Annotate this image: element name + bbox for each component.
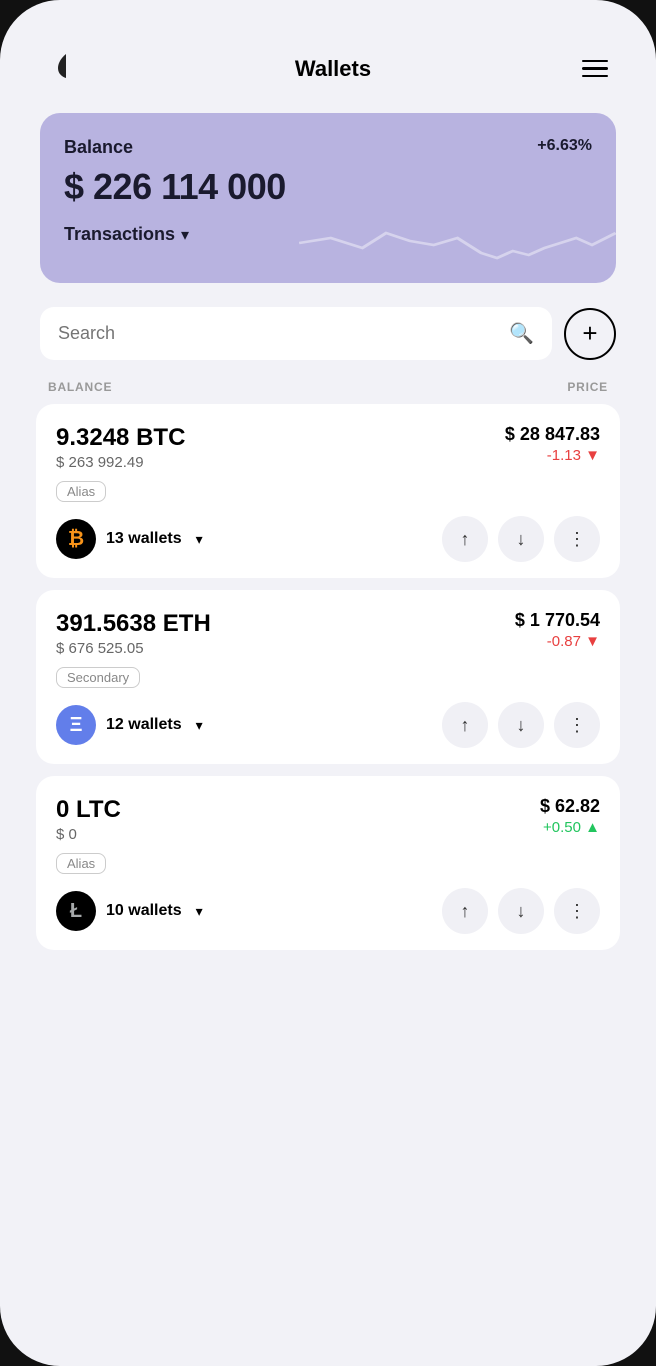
coin-top-ltc: 0 LTC $ 0 $ 62.82 +0.50 ▲ (56, 796, 600, 843)
coin-alias-eth: Secondary (56, 667, 140, 688)
coin-identity-ltc[interactable]: Ł 10 wallets ▾ (56, 891, 203, 931)
coin-alias-btc: Alias (56, 481, 106, 502)
menu-button[interactable] (582, 60, 608, 78)
send-button-btc[interactable]: ↑ (442, 516, 488, 562)
coin-wallets-eth: 12 wallets (106, 716, 182, 734)
coin-amount-eth: 391.5638 ETH (56, 610, 211, 638)
coin-amount-ltc: 0 LTC (56, 796, 121, 824)
coin-logo-btc: ₿ (56, 519, 96, 559)
more-button-ltc[interactable]: ⋮ (554, 888, 600, 934)
coin-top-btc: 9.3248 BTC $ 263 992.49 $ 28 847.83 -1.1… (56, 424, 600, 471)
coin-card-eth: 391.5638 ETH $ 676 525.05 $ 1 770.54 -0.… (36, 590, 620, 764)
coin-usd-btc: $ 263 992.49 (56, 454, 185, 471)
coin-price-change-ltc: +0.50 ▲ (540, 819, 600, 836)
page-title: Wallets (295, 56, 371, 82)
coin-usd-ltc: $ 0 (56, 826, 121, 843)
coin-bottom-ltc: Ł 10 wallets ▾ ↑ ↓ ⋮ (56, 888, 600, 934)
balance-amount: $ 226 114 000 (64, 166, 592, 208)
balance-card: Balance +6.63% $ 226 114 000 Transaction… (40, 113, 616, 283)
receive-button-eth[interactable]: ↓ (498, 702, 544, 748)
coin-bottom-eth: Ξ 12 wallets ▾ ↑ ↓ ⋮ (56, 702, 600, 748)
coin-actions-btc: ↑ ↓ ⋮ (442, 516, 600, 562)
coin-price-eth: $ 1 770.54 -0.87 ▼ (515, 610, 600, 650)
search-icon: 🔍 (509, 321, 534, 346)
more-button-eth[interactable]: ⋮ (554, 702, 600, 748)
coin-wallets-ltc: 10 wallets (106, 902, 182, 920)
search-box: 🔍 (40, 307, 552, 360)
coin-price-ltc: $ 62.82 +0.50 ▲ (540, 796, 600, 836)
coin-usd-eth: $ 676 525.05 (56, 640, 211, 657)
coin-amount-btc: 9.3248 BTC (56, 424, 185, 452)
coin-card-ltc: 0 LTC $ 0 $ 62.82 +0.50 ▲ Alias Ł 10 wal… (36, 776, 620, 950)
price-column-header: PRICE (567, 380, 608, 394)
coin-balance-eth: 391.5638 ETH $ 676 525.05 (56, 610, 211, 657)
more-button-btc[interactable]: ⋮ (554, 516, 600, 562)
coin-identity-btc[interactable]: ₿ 13 wallets ▾ (56, 519, 203, 559)
coin-alias-ltc: Alias (56, 853, 106, 874)
coin-wallets-chevron-icon-btc: ▾ (196, 531, 203, 548)
table-headers: BALANCE PRICE (20, 376, 636, 404)
search-input[interactable] (58, 323, 499, 344)
coin-wallets-chevron-icon-ltc: ▾ (196, 903, 203, 920)
receive-button-btc[interactable]: ↓ (498, 516, 544, 562)
send-button-ltc[interactable]: ↑ (442, 888, 488, 934)
balance-percent: +6.63% (537, 137, 592, 155)
receive-button-ltc[interactable]: ↓ (498, 888, 544, 934)
coin-balance-ltc: 0 LTC $ 0 (56, 796, 121, 843)
coin-top-eth: 391.5638 ETH $ 676 525.05 $ 1 770.54 -0.… (56, 610, 600, 657)
coin-price-change-btc: -1.13 ▼ (505, 447, 600, 464)
app-logo (48, 48, 84, 89)
search-row: 🔍 + (20, 303, 636, 376)
balance-label: Balance (64, 137, 133, 158)
transactions-label: Transactions (64, 224, 175, 245)
coin-card-btc: 9.3248 BTC $ 263 992.49 $ 28 847.83 -1.1… (36, 404, 620, 578)
coin-actions-ltc: ↑ ↓ ⋮ (442, 888, 600, 934)
transactions-chevron-icon: ▾ (181, 225, 189, 245)
coin-balance-btc: 9.3248 BTC $ 263 992.49 (56, 424, 185, 471)
coin-price-value-btc: $ 28 847.83 (505, 424, 600, 445)
coin-price-value-ltc: $ 62.82 (540, 796, 600, 817)
balance-chart (299, 203, 616, 283)
coin-identity-eth[interactable]: Ξ 12 wallets ▾ (56, 705, 203, 745)
send-button-eth[interactable]: ↑ (442, 702, 488, 748)
coin-wallets-chevron-icon-eth: ▾ (196, 717, 203, 734)
coins-list: 9.3248 BTC $ 263 992.49 $ 28 847.83 -1.1… (20, 404, 636, 950)
coin-actions-eth: ↑ ↓ ⋮ (442, 702, 600, 748)
coin-price-btc: $ 28 847.83 -1.13 ▼ (505, 424, 600, 464)
coin-logo-ltc: Ł (56, 891, 96, 931)
header: Wallets (20, 20, 636, 105)
coin-price-value-eth: $ 1 770.54 (515, 610, 600, 631)
coin-bottom-btc: ₿ 13 wallets ▾ ↑ ↓ ⋮ (56, 516, 600, 562)
balance-column-header: BALANCE (48, 380, 112, 394)
add-wallet-button[interactable]: + (564, 308, 616, 360)
menu-line-1 (582, 60, 608, 63)
menu-line-3 (582, 75, 608, 78)
coin-wallets-btc: 13 wallets (106, 530, 182, 548)
menu-line-2 (582, 67, 608, 70)
coin-price-change-eth: -0.87 ▼ (515, 633, 600, 650)
coin-logo-eth: Ξ (56, 705, 96, 745)
